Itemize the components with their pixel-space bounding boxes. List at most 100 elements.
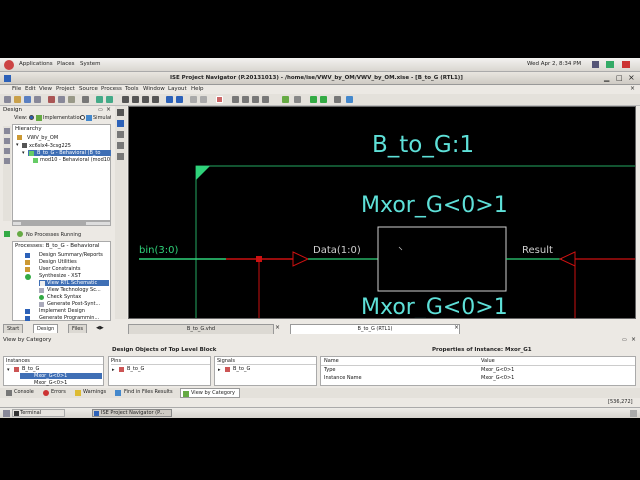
menu-system[interactable]: System (80, 61, 101, 67)
tab-close-icon[interactable]: × (454, 324, 459, 331)
panel-restore-icon[interactable]: ▭ (98, 107, 103, 113)
properties-icon[interactable] (4, 158, 10, 164)
zoom-fit-icon[interactable] (142, 96, 149, 103)
menu-project[interactable]: Project (56, 86, 75, 92)
stop-icon[interactable] (334, 96, 341, 103)
process-generate-post-synth[interactable]: Generate Post-Synt... (47, 301, 100, 307)
schematic-canvas[interactable]: B_to_G:1 Mxor_G<0>1 Mxor_G<0>1 bin(3:0) … (128, 106, 636, 319)
volume-icon[interactable] (592, 61, 599, 68)
show-desktop-icon[interactable] (3, 410, 10, 417)
panel-close-icon[interactable]: × (106, 106, 111, 113)
zoom-full-icon[interactable] (152, 96, 159, 103)
new-source-icon[interactable] (4, 128, 10, 134)
instance-row-selected[interactable]: Mxor_G<0>1 (20, 373, 102, 379)
simulation-radio[interactable] (80, 115, 85, 120)
window-titlebar[interactable]: ISE Project Navigator (P.20131013) - /ho… (0, 72, 640, 85)
network-icon[interactable] (606, 61, 614, 68)
rerun-icon[interactable] (320, 96, 327, 103)
pin-row[interactable]: B_to_G (127, 366, 144, 372)
schematic-tool-icon[interactable] (216, 96, 223, 103)
process-synthesize[interactable]: Synthesize - XST (39, 273, 81, 279)
zoom-out-icon[interactable] (132, 96, 139, 103)
window-cascade-icon[interactable] (176, 96, 183, 103)
save-icon[interactable] (24, 96, 31, 103)
tab-design[interactable]: Design (33, 324, 59, 333)
menu-file[interactable]: File (12, 86, 21, 92)
panel-close-icon[interactable]: × (631, 336, 636, 343)
new-icon[interactable] (4, 96, 11, 103)
redo-icon[interactable] (106, 96, 113, 103)
tab-files[interactable]: Files (68, 324, 87, 333)
instance-row[interactable]: Mxor_G<0>1 (34, 380, 67, 386)
help-icon[interactable] (294, 96, 301, 103)
window-tile-icon[interactable] (166, 96, 173, 103)
pan-icon[interactable] (242, 96, 249, 103)
tab-find-in-files[interactable]: Find in Files Results (124, 389, 173, 395)
tree-item-project[interactable]: VWV_by_OM (27, 135, 58, 141)
close-document-icon[interactable]: × (630, 85, 635, 92)
zoom-in-icon[interactable] (122, 96, 129, 103)
menu-source[interactable]: Source (79, 86, 98, 92)
collapse-icon[interactable]: ▾ (7, 367, 10, 373)
process-design-utilities[interactable]: Design Utilities (39, 259, 77, 265)
key-icon[interactable] (282, 96, 289, 103)
tab-b-to-g-rtl[interactable]: B_to_G (RTL1) (290, 324, 460, 334)
panel-restore-icon[interactable]: ▭ (622, 337, 627, 343)
menu-help[interactable]: Help (191, 86, 204, 92)
menu-view[interactable]: View (39, 86, 52, 92)
expand-icon[interactable]: ▸ (112, 367, 115, 373)
simulation-label[interactable]: Simulation (93, 115, 111, 121)
menu-applications[interactable]: Applications (19, 61, 53, 67)
delete-icon[interactable] (82, 96, 89, 103)
tree-item-b-to-g[interactable]: B_to_G - Behavioral (B_to (28, 150, 111, 156)
wire-icon[interactable] (252, 96, 259, 103)
process-view-technology[interactable]: View Technology Sc... (47, 287, 101, 293)
save-all-icon[interactable] (34, 96, 41, 103)
maximize-icon[interactable]: □ (616, 74, 623, 82)
tab-close-icon[interactable]: × (275, 324, 280, 331)
tab-start[interactable]: Start (3, 324, 24, 333)
collapse-icon[interactable]: ▾ (16, 142, 19, 148)
collapse-icon[interactable]: ▾ (22, 150, 25, 156)
scrollbar-thumb[interactable] (21, 222, 86, 225)
find-icon[interactable] (117, 142, 124, 149)
signal-row[interactable]: B_to_G (233, 366, 250, 372)
tab-console[interactable]: Console (14, 389, 34, 395)
menu-tools[interactable]: Tools (125, 86, 139, 92)
taskbar-terminal[interactable]: Terminal (12, 409, 65, 417)
tab-b-to-g-vhd[interactable]: B_to_G.vhd (128, 324, 274, 334)
expand-icon[interactable] (117, 153, 124, 160)
zoom-icon[interactable] (117, 131, 124, 138)
menu-process[interactable]: Process (101, 86, 122, 92)
tab-scroll-icon[interactable]: ◀▶ (96, 325, 104, 331)
implementation-radio[interactable] (29, 115, 34, 120)
tree-item-device[interactable]: xc6slx4-3csg225 (29, 143, 71, 149)
paste-icon[interactable] (68, 96, 75, 103)
taskbar-ise[interactable]: ISE Project Navigator (P... (92, 409, 172, 417)
tree-item-mod10[interactable]: mod10 - Behavioral (mod10 (40, 157, 110, 163)
process-view-rtl-schematic[interactable]: View RTL Schematic (39, 280, 109, 286)
run-icon[interactable] (310, 96, 317, 103)
open-icon[interactable] (14, 96, 21, 103)
clock[interactable]: Wed Apr 2, 8:34 PM (527, 61, 581, 67)
menu-window[interactable]: Window (143, 86, 165, 92)
add-copy-icon[interactable] (4, 148, 10, 154)
process-implement-design[interactable]: Implement Design (39, 308, 85, 314)
copy-icon[interactable] (58, 96, 65, 103)
close-icon[interactable]: × (628, 73, 635, 82)
pan-icon[interactable] (117, 120, 124, 127)
menu-places[interactable]: Places (57, 61, 75, 67)
process-generate-programming[interactable]: Generate Programmin... (39, 315, 99, 321)
workspace-switcher-icon[interactable] (630, 410, 637, 417)
select-icon[interactable] (117, 109, 124, 116)
run-process-icon[interactable] (4, 231, 10, 237)
tab-errors[interactable]: Errors (51, 389, 66, 395)
cut-icon[interactable] (48, 96, 55, 103)
hierarchy-scrollbar[interactable] (12, 221, 111, 226)
add-source-icon[interactable] (4, 138, 10, 144)
menu-edit[interactable]: Edit (25, 86, 36, 92)
mxor-block[interactable] (377, 226, 507, 292)
pointer-icon[interactable] (232, 96, 239, 103)
instance-row[interactable]: B_to_G (22, 366, 39, 372)
process-user-constraints[interactable]: User Constraints (39, 266, 81, 272)
